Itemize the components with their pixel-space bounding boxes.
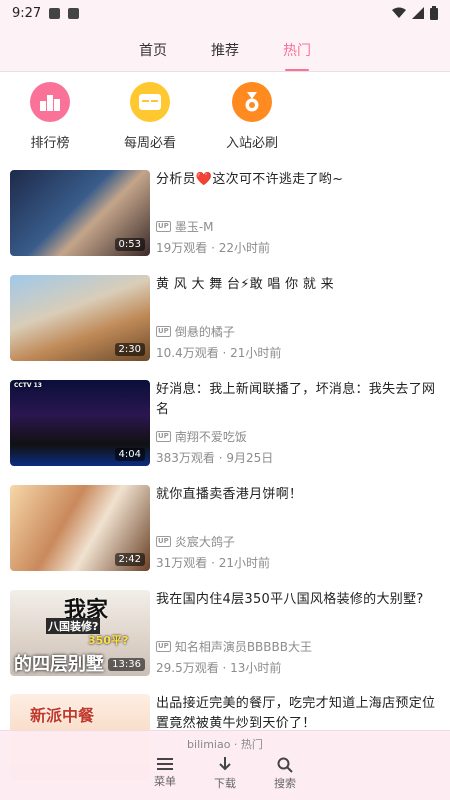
status-time: 9:27 bbox=[12, 5, 42, 21]
battery-icon bbox=[430, 6, 438, 20]
up-badge: UP bbox=[156, 326, 171, 337]
search-label: 搜索 bbox=[274, 777, 296, 790]
video-thumbnail: 0:53 bbox=[10, 170, 150, 256]
up-badge: UP bbox=[156, 431, 171, 442]
thumb-caption-question-2: 350平? bbox=[88, 634, 129, 647]
video-duration: 4:04 bbox=[114, 448, 145, 461]
video-title: 出品接近完美的餐厅，吃完才知道上海店预定位置竟然被黄牛炒到天价了！ bbox=[156, 696, 436, 731]
video-stats: 19万观看 · 22小时前 bbox=[156, 241, 270, 255]
app-notification-icon bbox=[68, 7, 80, 19]
video-title: 分析员❤️这次可不许逃走了哟~ bbox=[156, 172, 344, 187]
signal-icon bbox=[412, 7, 424, 19]
video-uploader: 知名相声演员BBBBB大王 bbox=[174, 640, 312, 654]
ranking-icon bbox=[30, 82, 70, 122]
video-duration: 13:36 bbox=[108, 658, 145, 671]
menu-label: 菜单 bbox=[154, 775, 176, 788]
video-item[interactable]: 2:42 就你直播卖香港月饼啊！ UP 炎宸大鸽子 31万观看 · 21小时前 bbox=[10, 485, 440, 571]
video-thumbnail: 2:42 bbox=[10, 485, 150, 571]
gallery-notification-icon bbox=[49, 7, 61, 19]
video-title: 黄 风 大 舞 台⚡敢 唱 你 就 来 bbox=[156, 277, 334, 292]
search-button[interactable]: 搜索 bbox=[255, 757, 315, 791]
video-duration: 2:42 bbox=[114, 553, 145, 566]
video-title: 我在国内住4层350平八国风格装修的大别墅? bbox=[156, 592, 424, 607]
tab-hot[interactable]: 热门 bbox=[283, 26, 311, 71]
video-stats: 31万观看 · 21小时前 bbox=[156, 556, 270, 570]
download-button[interactable]: 下载 bbox=[195, 757, 255, 791]
shortcut-must-watch-label: 入站必刷 bbox=[225, 136, 278, 151]
video-item[interactable]: 0:53 分析员❤️这次可不许逃走了哟~ UP 墨玉-M 19万观看 · 22小… bbox=[10, 170, 440, 256]
video-title: 好消息：我上新闻联播了，坏消息：我失去了网名 bbox=[156, 382, 436, 417]
video-item[interactable]: 我家 八国装修? 350平? 的四层别墅 13:36 我在国内住4层350平八国… bbox=[10, 590, 440, 676]
shortcut-row: 排行榜 每周必看 入站必刷 bbox=[0, 72, 450, 156]
search-icon bbox=[277, 757, 293, 773]
video-uploader: 炎宸大鸽子 bbox=[174, 535, 235, 549]
menu-button[interactable]: 菜单 bbox=[135, 757, 195, 789]
video-item[interactable]: CCTV 13 4:04 好消息：我上新闻联播了，坏消息：我失去了网名 UP 南… bbox=[10, 380, 440, 466]
thumb-caption-bottom: 的四层别墅 bbox=[14, 654, 104, 675]
shortcut-weekly-label: 每周必看 bbox=[123, 136, 176, 151]
shortcut-must-watch[interactable]: 入站必刷 bbox=[212, 82, 292, 151]
weekly-ticket-icon bbox=[130, 82, 170, 122]
video-item[interactable]: 2:30 黄 风 大 舞 台⚡敢 唱 你 就 来 UP 倒悬的橘子 10.4万观… bbox=[10, 275, 440, 361]
video-thumbnail: 2:30 bbox=[10, 275, 150, 361]
menu-icon bbox=[157, 758, 173, 770]
bottom-nav: bilimiao · 热门 菜单 下载 搜索 bbox=[0, 730, 450, 800]
download-label: 下载 bbox=[214, 777, 236, 790]
video-uploader: 南翔不爱吃饭 bbox=[174, 430, 247, 444]
thumb-channel-logo: CCTV 13 bbox=[14, 382, 42, 389]
medal-icon bbox=[232, 82, 272, 122]
download-icon bbox=[219, 757, 231, 771]
video-uploader: 墨玉-M bbox=[174, 220, 214, 234]
thumb-caption: 新派中餐 bbox=[30, 706, 95, 725]
video-thumbnail: CCTV 13 4:04 bbox=[10, 380, 150, 466]
video-stats: 10.4万观看 · 21小时前 bbox=[156, 346, 282, 360]
top-tab-bar: 首页 推荐 热门 bbox=[0, 26, 450, 72]
video-duration: 2:30 bbox=[114, 343, 145, 356]
wifi-icon bbox=[392, 7, 406, 18]
video-thumbnail: 我家 八国装修? 350平? 的四层别墅 13:36 bbox=[10, 590, 150, 676]
status-bar: 9:27 bbox=[0, 0, 450, 26]
video-stats: 29.5万观看 · 13小时前 bbox=[156, 661, 282, 675]
up-badge: UP bbox=[156, 221, 171, 232]
video-title: 就你直播卖香港月饼啊！ bbox=[156, 487, 303, 502]
up-badge: UP bbox=[156, 536, 171, 547]
tab-home[interactable]: 首页 bbox=[139, 26, 167, 71]
video-uploader: 倒悬的橘子 bbox=[174, 325, 235, 339]
shortcut-weekly[interactable]: 每周必看 bbox=[110, 82, 190, 151]
video-duration: 0:53 bbox=[114, 238, 145, 251]
bottom-caption: bilimiao · 热门 bbox=[187, 738, 263, 751]
tab-recommend[interactable]: 推荐 bbox=[211, 26, 239, 71]
shortcut-ranking[interactable]: 排行榜 bbox=[10, 82, 90, 151]
video-stats: 383万观看 · 9月25日 bbox=[156, 451, 274, 465]
up-badge: UP bbox=[156, 641, 171, 652]
shortcut-ranking-label: 排行榜 bbox=[30, 136, 70, 151]
